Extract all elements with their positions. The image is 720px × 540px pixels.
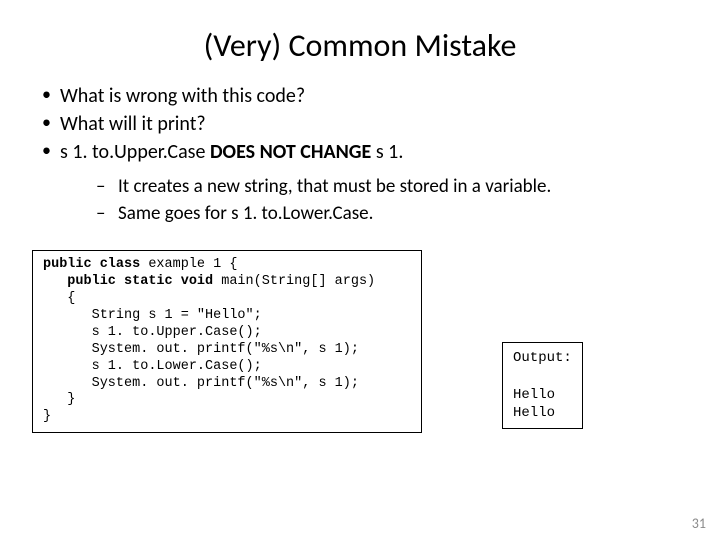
code-l9: } bbox=[43, 392, 75, 407]
bullet-3: s 1. to.Upper.Case DOES NOT CHANGE s 1. … bbox=[42, 139, 690, 226]
slide-title: (Very) Common Mistake bbox=[30, 26, 690, 65]
output-line-1: Hello bbox=[513, 387, 555, 403]
code-l7: s 1. to.Lower.Case(); bbox=[43, 359, 262, 374]
box-row: public class example 1 { public static v… bbox=[30, 250, 690, 433]
output-line-2: Hello bbox=[513, 405, 555, 421]
code-l10: } bbox=[43, 409, 51, 424]
main-bullet-list: What is wrong with this code? What will … bbox=[30, 83, 690, 226]
bullet-3-bold: DOES NOT CHANGE bbox=[210, 140, 371, 164]
bullet-2: What will it print? bbox=[42, 111, 690, 137]
page-number: 31 bbox=[692, 515, 706, 532]
sub-bullet-2: Same goes for s 1. to.Lower.Case. bbox=[96, 202, 690, 227]
code-box: public class example 1 { public static v… bbox=[32, 250, 422, 433]
output-box: Output: Hello Hello bbox=[502, 342, 583, 429]
code-l4: String s 1 = "Hello"; bbox=[43, 308, 262, 323]
code-l5: s 1. to.Upper.Case(); bbox=[43, 325, 262, 340]
bullet-3-post: s 1. bbox=[371, 140, 403, 164]
code-kw-1: public class bbox=[43, 257, 148, 272]
output-label: Output: bbox=[513, 350, 572, 366]
code-l2b: main(String[] args) bbox=[221, 274, 375, 289]
code-l6: System. out. printf("%s\n", s 1); bbox=[43, 342, 359, 357]
code-l1b: example 1 { bbox=[148, 257, 237, 272]
code-l3: { bbox=[43, 291, 75, 306]
sub-bullet-1: It creates a new string, that must be st… bbox=[96, 175, 690, 200]
bullet-3-pre: s 1. to.Upper.Case bbox=[60, 140, 210, 164]
sub-bullet-list: It creates a new string, that must be st… bbox=[60, 175, 690, 226]
code-l8: System. out. printf("%s\n", s 1); bbox=[43, 376, 359, 391]
bullet-1: What is wrong with this code? bbox=[42, 83, 690, 109]
code-kw-2: public static void bbox=[43, 274, 221, 289]
